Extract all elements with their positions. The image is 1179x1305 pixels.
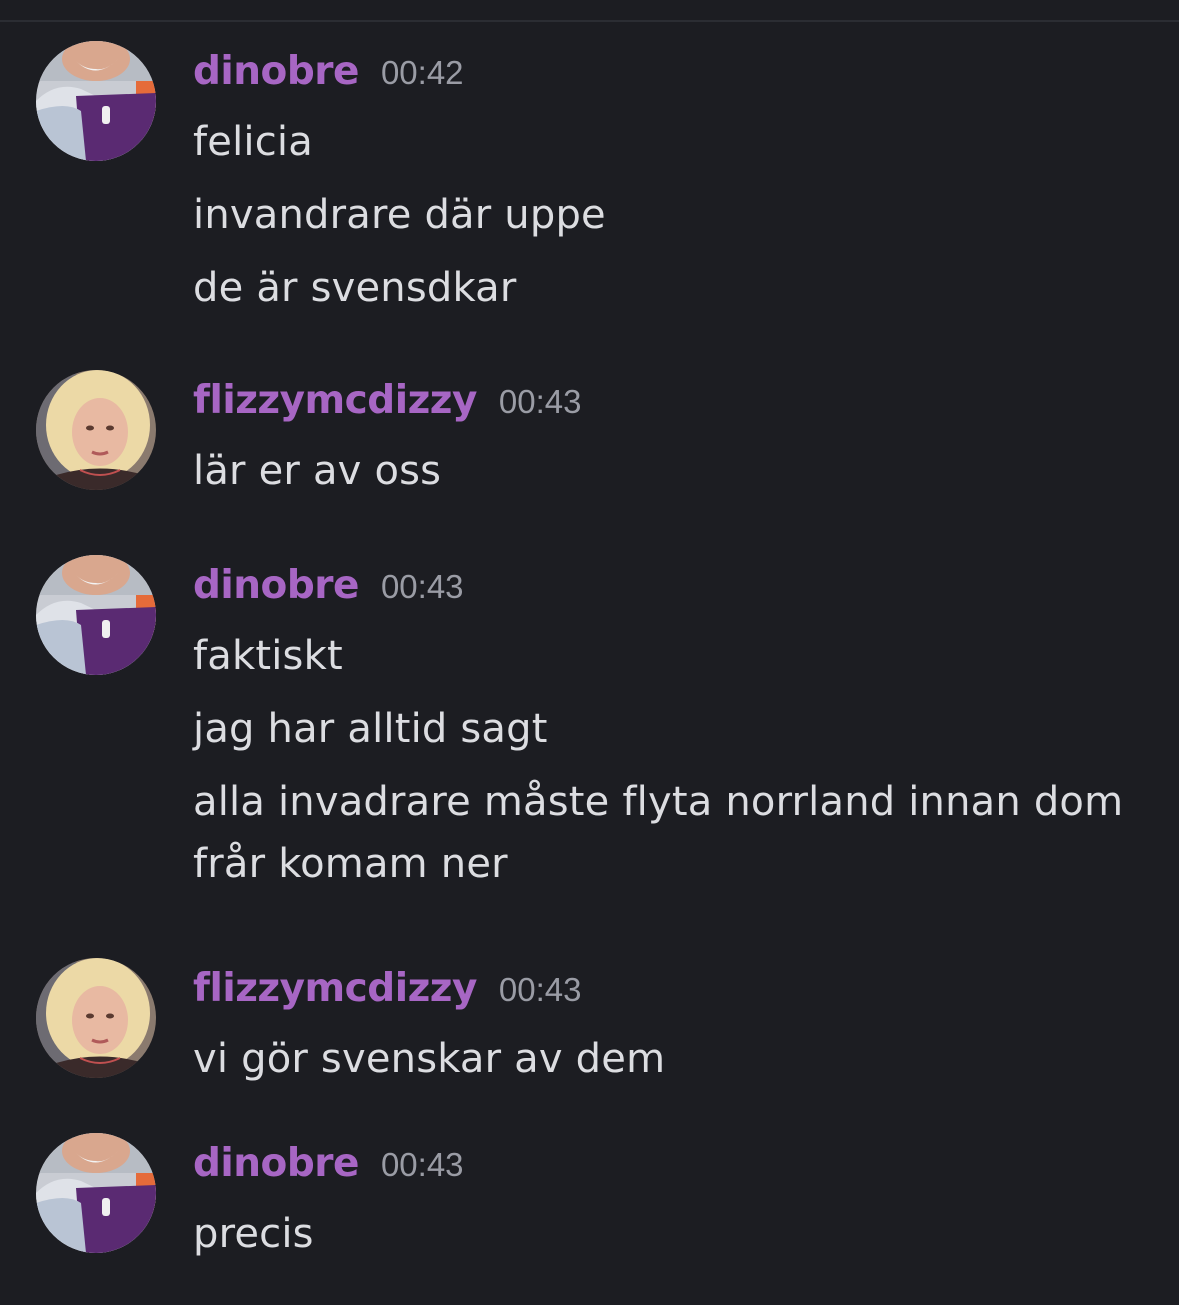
flizzymcdizzy-avatar-icon xyxy=(36,370,156,490)
message-text: de är svensdkar xyxy=(193,265,517,311)
message-text: invandrare där uppe xyxy=(193,192,606,238)
dinobre-avatar-icon xyxy=(36,41,156,161)
flizzymcdizzy-avatar-icon xyxy=(36,958,156,1078)
message-text: lär er av oss xyxy=(193,448,442,494)
top-divider xyxy=(0,20,1179,22)
user-avatar[interactable] xyxy=(36,555,156,675)
timestamp: 00:43 xyxy=(498,383,582,420)
username[interactable]: flizzymcdizzy xyxy=(193,378,477,423)
user-avatar[interactable] xyxy=(36,1133,156,1253)
message-text: vi gör svenskar av dem xyxy=(193,1036,666,1082)
timestamp: 00:43 xyxy=(498,971,582,1008)
timestamp: 00:43 xyxy=(380,568,464,605)
message-content: lär er av oss xyxy=(193,440,1153,513)
message-content: faktiskt jag har alltid sagt alla invadr… xyxy=(193,625,1153,906)
username[interactable]: dinobre xyxy=(193,49,359,94)
timestamp: 00:42 xyxy=(380,54,464,91)
message-header: flizzymcdizzy 00:43 xyxy=(193,966,581,1022)
username[interactable]: flizzymcdizzy xyxy=(193,966,477,1011)
dinobre-avatar-icon xyxy=(36,555,156,675)
username[interactable]: dinobre xyxy=(193,563,359,608)
username[interactable]: dinobre xyxy=(193,1141,359,1186)
message-text: faktiskt xyxy=(193,633,343,679)
dinobre-avatar-icon xyxy=(36,1133,156,1253)
message-text: alla invadrare måste flyta norrland inna… xyxy=(193,779,1124,887)
user-avatar[interactable] xyxy=(36,41,156,161)
message-text: precis xyxy=(193,1211,314,1257)
user-avatar[interactable] xyxy=(36,370,156,490)
message-header: dinobre 00:43 xyxy=(193,563,464,619)
message-content: precis xyxy=(193,1203,1153,1276)
message-header: dinobre 00:43 xyxy=(193,1141,464,1197)
message-content: felicia invandrare där uppe de är svensd… xyxy=(193,111,1153,330)
message-header: flizzymcdizzy 00:43 xyxy=(193,378,581,434)
message-content: vi gör svenskar av dem xyxy=(193,1028,1153,1101)
message-text: felicia xyxy=(193,119,313,165)
user-avatar[interactable] xyxy=(36,958,156,1078)
message-header: dinobre 00:42 xyxy=(193,49,464,105)
timestamp: 00:43 xyxy=(380,1146,464,1183)
message-text: jag har alltid sagt xyxy=(193,706,548,752)
